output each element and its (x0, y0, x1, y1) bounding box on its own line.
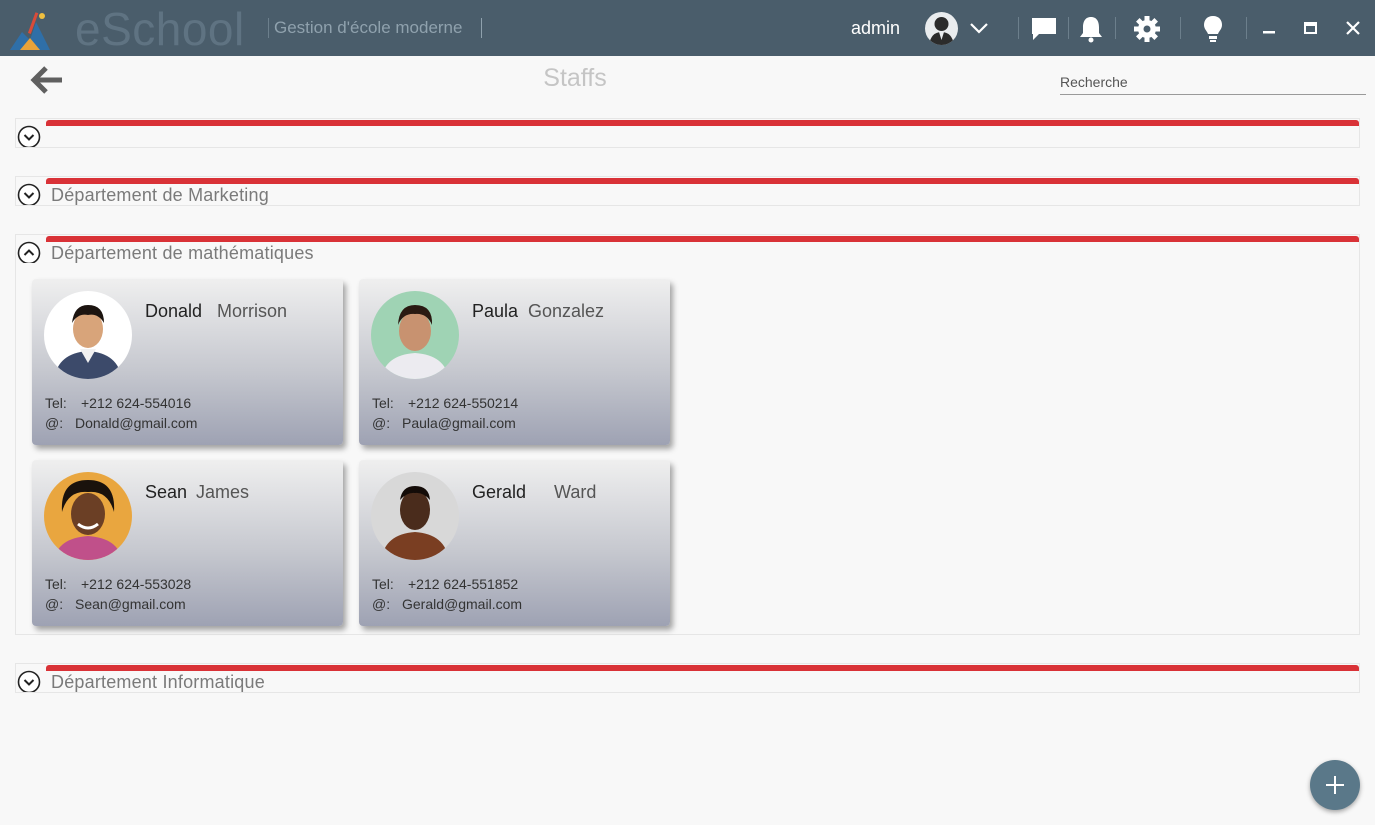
page-title: Staffs (543, 64, 607, 92)
title-separator (268, 18, 269, 38)
chat-icon[interactable] (1029, 14, 1059, 44)
staff-phone: +212 624-553028 (81, 576, 192, 592)
department-section: Département de Marketing (15, 176, 1360, 206)
department-accent-bar (46, 120, 1359, 126)
department-name[interactable]: Département de mathématiques (51, 243, 314, 264)
tel-label: Tel: (372, 395, 394, 411)
close-icon[interactable] (1341, 16, 1365, 40)
bell-icon[interactable] (1076, 14, 1106, 44)
staff-first-name: Sean (145, 482, 188, 502)
expand-icon[interactable] (17, 668, 41, 692)
app-logo (10, 12, 50, 50)
staff-card[interactable]: Donald Morrison Tel: +212 624-554016 @: … (32, 279, 343, 445)
toolbar-separator (1018, 17, 1019, 39)
staff-first-name: Paula (472, 301, 519, 321)
staff-last-name: Gonzalez (528, 301, 605, 321)
staff-phone: +212 624-554016 (81, 395, 192, 411)
email-label: @: (45, 415, 64, 431)
text-caret (481, 18, 482, 38)
department-accent-bar (46, 236, 1359, 242)
lightbulb-icon[interactable] (1198, 14, 1228, 44)
toolbar-separator (1180, 17, 1181, 39)
expand-icon[interactable] (17, 181, 41, 205)
department-section: Département Informatique (15, 663, 1360, 693)
expand-icon[interactable] (17, 123, 41, 147)
email-label: @: (45, 596, 64, 612)
staff-last-name: James (196, 482, 250, 502)
staff-phone: +212 624-551852 (408, 576, 519, 592)
staff-last-name: Ward (554, 482, 597, 502)
department-section (15, 118, 1360, 148)
staff-first-name: Donald (145, 301, 203, 321)
staff-email[interactable]: Donald@gmail.com (75, 415, 197, 431)
toolbar-separator (1068, 17, 1069, 39)
minimize-icon[interactable] (1257, 16, 1281, 40)
email-label: @: (372, 415, 391, 431)
department-name[interactable]: Département de Marketing (51, 185, 269, 206)
staff-card[interactable]: Gerald Ward Tel: +212 624-551852 @: Gera… (359, 460, 670, 626)
staff-card[interactable]: Sean James Tel: +212 624-553028 @: Sean@… (32, 460, 343, 626)
staff-first-name: Gerald (472, 482, 527, 502)
gear-icon[interactable] (1132, 14, 1162, 44)
tel-label: Tel: (372, 576, 394, 592)
plus-icon (1326, 776, 1344, 794)
tel-label: Tel: (45, 395, 67, 411)
app-name: eSchool (75, 3, 245, 55)
department-name[interactable]: Département Informatique (51, 672, 265, 693)
app-subtitle: Gestion d'école moderne (274, 18, 463, 37)
department-accent-bar (46, 178, 1359, 184)
toolbar-separator (1246, 17, 1247, 39)
staff-email[interactable]: Paula@gmail.com (402, 415, 516, 431)
department-section: Département de mathématiques Donald Morr… (15, 234, 1360, 635)
tel-label: Tel: (45, 576, 67, 592)
staff-email[interactable]: Gerald@gmail.com (402, 596, 522, 612)
staff-photo (371, 291, 459, 379)
staff-photo (44, 472, 132, 560)
staff-phone: +212 624-550214 (408, 395, 519, 411)
staff-email[interactable]: Sean@gmail.com (75, 596, 186, 612)
email-label: @: (372, 596, 391, 612)
collapse-icon[interactable] (17, 239, 41, 263)
department-accent-bar (46, 665, 1359, 671)
back-arrow-icon[interactable] (30, 64, 64, 96)
staff-photo (371, 472, 459, 560)
staff-photo (44, 291, 132, 379)
title-bar: eSchool Gestion d'école moderne admin (0, 0, 1375, 56)
add-staff-button[interactable] (1310, 760, 1360, 810)
staff-card[interactable]: Paula Gonzalez Tel: +212 624-550214 @: P… (359, 279, 670, 445)
user-avatar[interactable] (925, 12, 958, 45)
user-name[interactable]: admin (851, 18, 900, 39)
search-input[interactable] (1060, 70, 1366, 95)
staff-last-name: Morrison (217, 301, 288, 321)
chevron-down-icon[interactable] (968, 18, 990, 38)
maximize-icon[interactable] (1298, 16, 1322, 40)
toolbar-separator (1115, 17, 1116, 39)
